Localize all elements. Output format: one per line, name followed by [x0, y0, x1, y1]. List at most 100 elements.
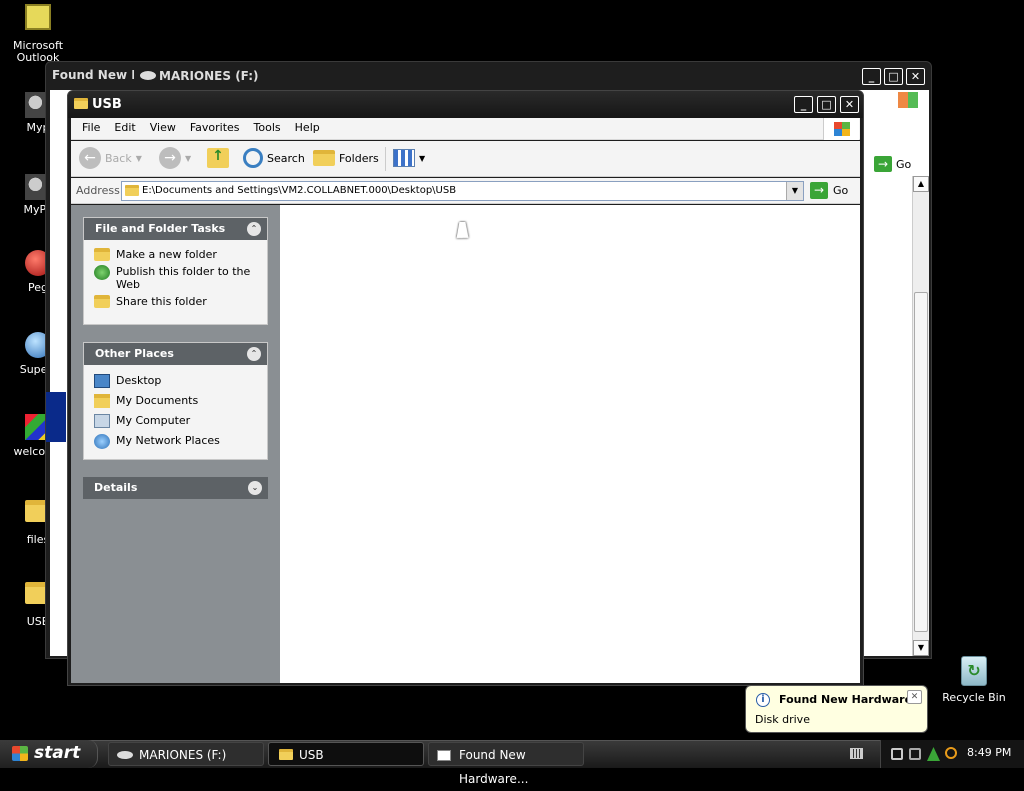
- drive-icon: [117, 751, 133, 759]
- folders-icon: [313, 150, 335, 166]
- place-label: Desktop: [116, 374, 162, 387]
- maximize-button[interactable]: □: [884, 68, 903, 85]
- network-icon[interactable]: [891, 748, 903, 760]
- start-button[interactable]: start: [0, 740, 98, 768]
- other-places-panel: Other Places ⌃ Desktop My Documents My C…: [83, 342, 268, 460]
- scroll-up-button[interactable]: ▲: [913, 176, 929, 192]
- toolbar: ← Back ▼ → ▼ ↑ Search Folders ▼: [71, 141, 860, 177]
- desktop-icon: [94, 374, 110, 388]
- maximize-button[interactable]: □: [817, 96, 836, 113]
- back-scrollbar[interactable]: ▲ ▼: [912, 176, 929, 656]
- menu-bar: File Edit View Favorites Tools Help: [71, 118, 860, 140]
- chevron-down-icon: ▼: [419, 153, 426, 163]
- up-folder-button[interactable]: ↑: [207, 141, 229, 175]
- taskbar-item-label: MARIONES (F:): [139, 748, 227, 762]
- place-my-documents[interactable]: My Documents: [84, 392, 267, 412]
- place-my-computer[interactable]: My Computer: [84, 412, 267, 432]
- menu-file[interactable]: File: [75, 118, 107, 138]
- toolbar-separator: [385, 147, 386, 171]
- publish-web-icon: [94, 265, 110, 280]
- address-dropdown-button[interactable]: ▼: [786, 182, 803, 200]
- my-computer-icon: [94, 414, 110, 428]
- back-go-button[interactable]: → Go: [874, 155, 911, 173]
- system-tray: 8:49 PM: [880, 740, 1024, 768]
- scroll-thumb[interactable]: [914, 292, 928, 632]
- file-folder-tasks-panel: File and Folder Tasks ⌃ Make a new folde…: [83, 217, 268, 325]
- file-folder-tasks-title: File and Folder Tasks: [95, 222, 226, 235]
- taskbar-item-label: USB: [299, 748, 324, 762]
- balloon-body: Disk drive: [755, 713, 810, 726]
- taskbar-item-label: Found New Hardware...: [459, 748, 529, 786]
- address-bar: Address E:\Documents and Settings\VM2.CO…: [71, 178, 860, 204]
- search-button[interactable]: Search: [243, 141, 305, 175]
- task-label: Publish this folder to the Web: [116, 265, 251, 291]
- back-button[interactable]: ← Back ▼: [79, 141, 142, 175]
- task-share-folder[interactable]: Share this folder: [84, 293, 267, 310]
- chevron-up-icon[interactable]: ⌃: [247, 222, 261, 236]
- menu-favorites[interactable]: Favorites: [183, 118, 247, 138]
- address-go-button[interactable]: → Go: [810, 182, 848, 199]
- taskbar-item-found-new-hardware[interactable]: Found New Hardware...: [428, 742, 584, 786]
- balloon-close-button[interactable]: ✕: [907, 690, 922, 704]
- outlook-icon: [25, 4, 51, 30]
- taskbar-item-mariones[interactable]: MARIONES (F:): [108, 742, 264, 766]
- folders-button[interactable]: Folders: [313, 141, 379, 175]
- scroll-down-button[interactable]: ▼: [913, 640, 929, 656]
- close-button[interactable]: ✕: [906, 68, 925, 85]
- other-places-header[interactable]: Other Places ⌃: [84, 343, 267, 365]
- place-label: My Network Places: [116, 434, 220, 447]
- menu-tools[interactable]: Tools: [247, 118, 288, 138]
- back-window-title-left: Found New H: [52, 68, 134, 82]
- back-window-title-bar[interactable]: Found New H MARIONES (F:) _ □ ✕: [46, 62, 931, 90]
- place-my-network-places[interactable]: My Network Places: [84, 432, 267, 451]
- share-folder-icon: [94, 295, 110, 308]
- network-places-icon: [94, 434, 110, 449]
- forward-button[interactable]: → ▼: [159, 141, 191, 175]
- task-label: Share this folder: [116, 295, 207, 308]
- place-label: My Computer: [116, 414, 191, 427]
- chevron-up-icon[interactable]: ⌃: [247, 347, 261, 361]
- minimize-button[interactable]: _: [794, 96, 813, 113]
- back-label: Back: [105, 151, 132, 165]
- minimize-button[interactable]: _: [862, 68, 881, 85]
- recycle-bin-icon: ↻: [961, 656, 987, 686]
- search-icon: [243, 148, 263, 168]
- network-icon[interactable]: [909, 748, 921, 760]
- menu-view[interactable]: View: [143, 118, 183, 138]
- keyboard-icon[interactable]: [850, 748, 863, 759]
- windows-logo-icon: [823, 118, 859, 140]
- start-label: start: [34, 743, 81, 763]
- go-arrow-icon: →: [810, 182, 828, 199]
- folder-icon: [125, 185, 139, 196]
- desktop-icon-recycle-bin[interactable]: ↻ Recycle Bin: [936, 656, 1012, 704]
- search-icon[interactable]: [945, 747, 957, 759]
- place-desktop[interactable]: Desktop: [84, 372, 267, 392]
- back-arrow-icon: ←: [79, 147, 101, 169]
- folder-icon: [279, 749, 293, 760]
- info-icon: i: [756, 693, 770, 707]
- file-folder-tasks-header[interactable]: File and Folder Tasks ⌃: [84, 218, 267, 240]
- safely-remove-hardware-icon[interactable]: [927, 747, 940, 761]
- chevron-down-icon[interactable]: ⌄: [248, 481, 262, 495]
- balloon-notification[interactable]: i Found New Hardware ✕ Disk drive: [745, 685, 928, 733]
- clock: 8:49 PM: [967, 746, 1012, 759]
- explorer-title-bar[interactable]: USB _ □ ✕: [68, 91, 863, 118]
- menu-help[interactable]: Help: [288, 118, 327, 138]
- folder-icon: [74, 98, 88, 109]
- task-make-new-folder[interactable]: Make a new folder: [84, 246, 267, 263]
- desktop-icon-outlook[interactable]: Microsoft Outlook: [0, 4, 76, 64]
- views-button[interactable]: ▼: [393, 141, 425, 175]
- windows-logo-icon: [898, 92, 918, 108]
- menu-edit[interactable]: Edit: [107, 118, 142, 138]
- task-publish-to-web[interactable]: Publish this folder to the Web: [84, 263, 267, 293]
- chevron-down-icon: ▼: [185, 153, 192, 163]
- taskbar-item-usb[interactable]: USB: [268, 742, 424, 766]
- my-documents-icon: [94, 394, 110, 408]
- close-button[interactable]: ✕: [840, 96, 859, 113]
- content-area[interactable]: [280, 205, 860, 683]
- address-field[interactable]: E:\Documents and Settings\VM2.COLLABNET.…: [121, 181, 804, 201]
- task-label: Make a new folder: [116, 248, 217, 261]
- back-window-title: MARIONES (F:): [159, 69, 259, 83]
- desktop-icon-label: Recycle Bin: [942, 691, 1006, 704]
- details-header[interactable]: Details ⌄: [83, 477, 268, 499]
